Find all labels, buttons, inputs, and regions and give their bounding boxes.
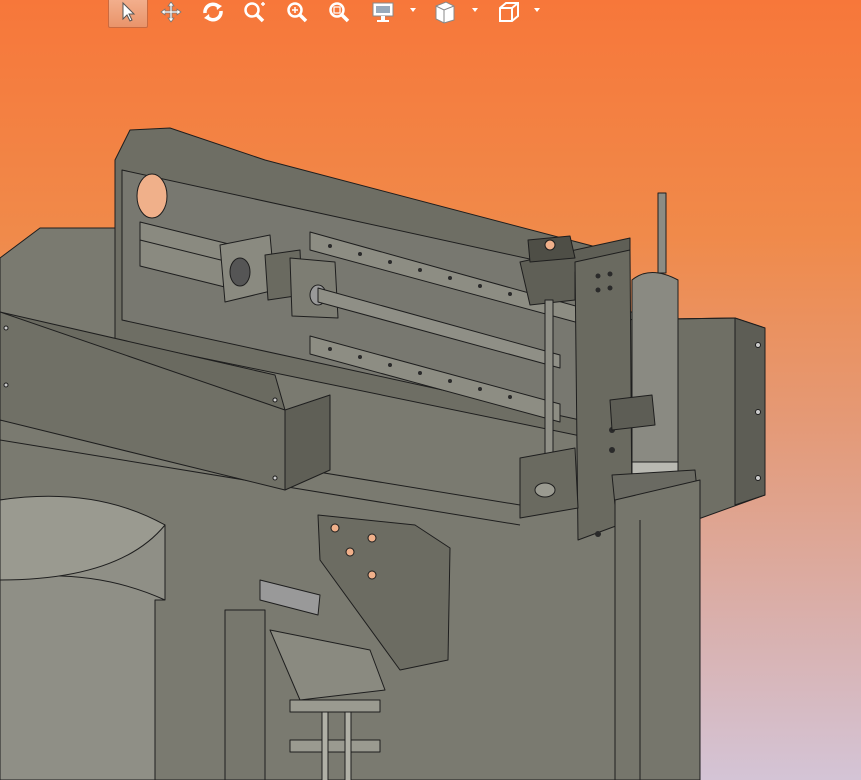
support-post bbox=[614, 479, 701, 780]
model-viewport[interactable] bbox=[0, 0, 861, 780]
cylinder-tank bbox=[0, 495, 166, 780]
